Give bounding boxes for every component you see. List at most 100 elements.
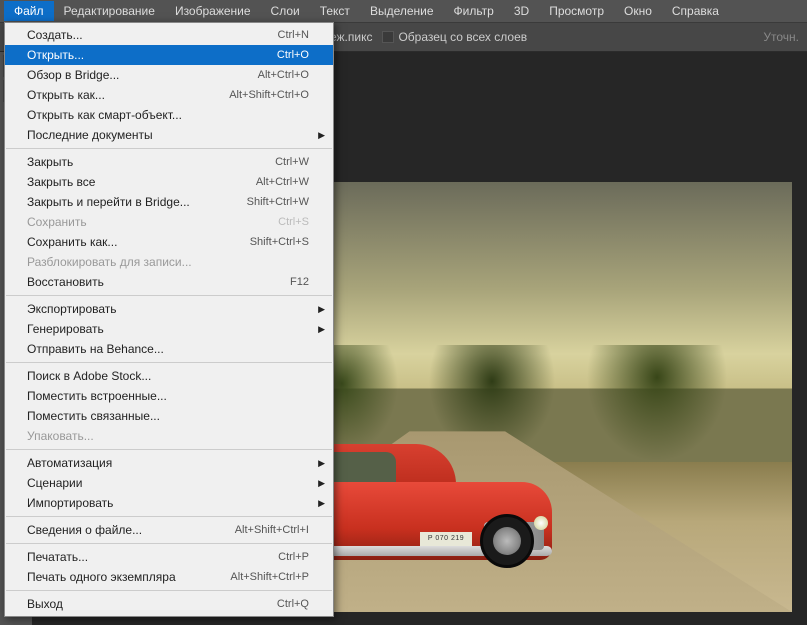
menu-item-label: Сведения о файле... [27, 523, 235, 537]
menu-3d[interactable]: 3D [504, 1, 539, 21]
menu-item[interactable]: Сведения о файле...Alt+Shift+Ctrl+I [5, 520, 333, 540]
menu-фильтр[interactable]: Фильтр [444, 1, 504, 21]
menu-справка[interactable]: Справка [662, 1, 729, 21]
submenu-arrow-icon: ▶ [318, 324, 325, 335]
menu-item-label: Закрыть все [27, 175, 256, 189]
menu-item-label: Выход [27, 597, 277, 611]
menu-item-shortcut: Ctrl+P [278, 551, 309, 563]
menu-item-label: Поиск в Adobe Stock... [27, 369, 309, 383]
menu-item[interactable]: Отправить на Behance... [5, 339, 333, 359]
checkbox-icon [382, 31, 394, 43]
menu-слои[interactable]: Слои [261, 1, 310, 21]
menu-item: Разблокировать для записи... [5, 252, 333, 272]
menu-item-label: Поместить связанные... [27, 409, 309, 423]
menu-item[interactable]: Поиск в Adobe Stock... [5, 366, 333, 386]
menu-текст[interactable]: Текст [310, 1, 360, 21]
menu-item-label: Импортировать [27, 496, 309, 510]
menu-item[interactable]: Экспортировать ▶ [5, 299, 333, 319]
submenu-arrow-icon: ▶ [318, 130, 325, 141]
license-plate: P 070 219 [420, 532, 472, 546]
menu-item-shortcut: Alt+Shift+Ctrl+P [230, 571, 309, 583]
menu-item-label: Сохранить как... [27, 235, 250, 249]
menu-item-label: Последние документы [27, 128, 309, 142]
menu-item[interactable]: Закрыть всеAlt+Ctrl+W [5, 172, 333, 192]
menu-separator [6, 543, 332, 544]
menu-separator [6, 516, 332, 517]
menu-separator [6, 362, 332, 363]
menu-item[interactable]: Печатать...Ctrl+P [5, 547, 333, 567]
menu-item-label: Закрыть и перейти в Bridge... [27, 195, 247, 209]
menu-item-label: Отправить на Behance... [27, 342, 309, 356]
menu-item[interactable]: ЗакрытьCtrl+W [5, 152, 333, 172]
menu-item[interactable]: Импортировать ▶ [5, 493, 333, 513]
menu-выделение[interactable]: Выделение [360, 1, 444, 21]
menu-item[interactable]: Обзор в Bridge...Alt+Ctrl+O [5, 65, 333, 85]
menu-item-shortcut: Ctrl+N [278, 29, 309, 41]
menu-item[interactable]: Поместить связанные... [5, 406, 333, 426]
menu-item-label: Генерировать [27, 322, 309, 336]
menubar: ФайлРедактированиеИзображениеСлоиТекстВы… [0, 0, 807, 22]
menu-item[interactable]: Генерировать ▶ [5, 319, 333, 339]
menu-item[interactable]: ВосстановитьF12 [5, 272, 333, 292]
menu-item-shortcut: Alt+Ctrl+W [256, 176, 309, 188]
menu-item-shortcut: Ctrl+S [278, 216, 309, 228]
menu-item-label: Автоматизация [27, 456, 309, 470]
menu-item-shortcut: Ctrl+O [277, 49, 309, 61]
menu-item[interactable]: Открыть как...Alt+Shift+Ctrl+O [5, 85, 333, 105]
menu-item-shortcut: Shift+Ctrl+W [247, 196, 309, 208]
menu-item-shortcut: Alt+Shift+Ctrl+I [235, 524, 309, 536]
menu-item[interactable]: Поместить встроенные... [5, 386, 333, 406]
menu-item-label: Печатать... [27, 550, 278, 564]
menu-item-shortcut: F12 [290, 276, 309, 288]
menu-item-label: Открыть как смарт-объект... [27, 108, 309, 122]
menu-separator [6, 590, 332, 591]
menu-item-label: Разблокировать для записи... [27, 255, 309, 269]
menu-item[interactable]: Создать...Ctrl+N [5, 25, 333, 45]
submenu-arrow-icon: ▶ [318, 478, 325, 489]
menu-item[interactable]: Сохранить как...Shift+Ctrl+S [5, 232, 333, 252]
menu-item-label: Открыть... [27, 48, 277, 62]
menu-просмотр[interactable]: Просмотр [539, 1, 614, 21]
menu-separator [6, 295, 332, 296]
menu-item[interactable]: ВыходCtrl+Q [5, 594, 333, 614]
menu-item-label: Восстановить [27, 275, 290, 289]
submenu-arrow-icon: ▶ [318, 498, 325, 509]
menu-item[interactable]: Закрыть и перейти в Bridge...Shift+Ctrl+… [5, 192, 333, 212]
menu-редактирование[interactable]: Редактирование [54, 1, 165, 21]
menu-item-label: Обзор в Bridge... [27, 68, 258, 82]
menu-item[interactable]: Последние документы ▶ [5, 125, 333, 145]
menu-separator [6, 148, 332, 149]
menu-item-shortcut: Ctrl+Q [277, 598, 309, 610]
file-menu-dropdown: Создать...Ctrl+NОткрыть...Ctrl+OОбзор в … [4, 22, 334, 617]
submenu-arrow-icon: ▶ [318, 304, 325, 315]
submenu-arrow-icon: ▶ [318, 458, 325, 469]
menu-item-label: Упаковать... [27, 429, 309, 443]
menu-окно[interactable]: Окно [614, 1, 662, 21]
menu-item-shortcut: Ctrl+W [275, 156, 309, 168]
menu-item-label: Поместить встроенные... [27, 389, 309, 403]
menu-item[interactable]: Сценарии ▶ [5, 473, 333, 493]
menu-изображение[interactable]: Изображение [165, 1, 261, 21]
menu-item[interactable]: Автоматизация ▶ [5, 453, 333, 473]
all-layers-checkbox[interactable]: Образец со всех слоев [382, 30, 527, 44]
menu-item[interactable]: Открыть как смарт-объект... [5, 105, 333, 125]
menu-item-label: Открыть как... [27, 88, 229, 102]
menu-item-label: Сценарии [27, 476, 309, 490]
menu-item: Упаковать... [5, 426, 333, 446]
menu-item-shortcut: Shift+Ctrl+S [250, 236, 309, 248]
menu-item-label: Закрыть [27, 155, 275, 169]
menu-item-label: Создать... [27, 28, 278, 42]
menu-item-label: Печать одного экземпляра [27, 570, 230, 584]
menu-item-shortcut: Alt+Shift+Ctrl+O [229, 89, 309, 101]
menu-item-label: Сохранить [27, 215, 278, 229]
menu-item: СохранитьCtrl+S [5, 212, 333, 232]
menu-item-label: Экспортировать [27, 302, 309, 316]
menu-separator [6, 449, 332, 450]
menu-item-shortcut: Alt+Ctrl+O [258, 69, 309, 81]
menu-item[interactable]: Печать одного экземпляраAlt+Shift+Ctrl+P [5, 567, 333, 587]
menu-файл[interactable]: Файл [4, 1, 54, 21]
menu-item[interactable]: Открыть...Ctrl+O [5, 45, 333, 65]
car-headlight [534, 516, 548, 530]
refine-button[interactable]: Уточн. [763, 30, 799, 44]
car-wheel-front [480, 514, 534, 568]
